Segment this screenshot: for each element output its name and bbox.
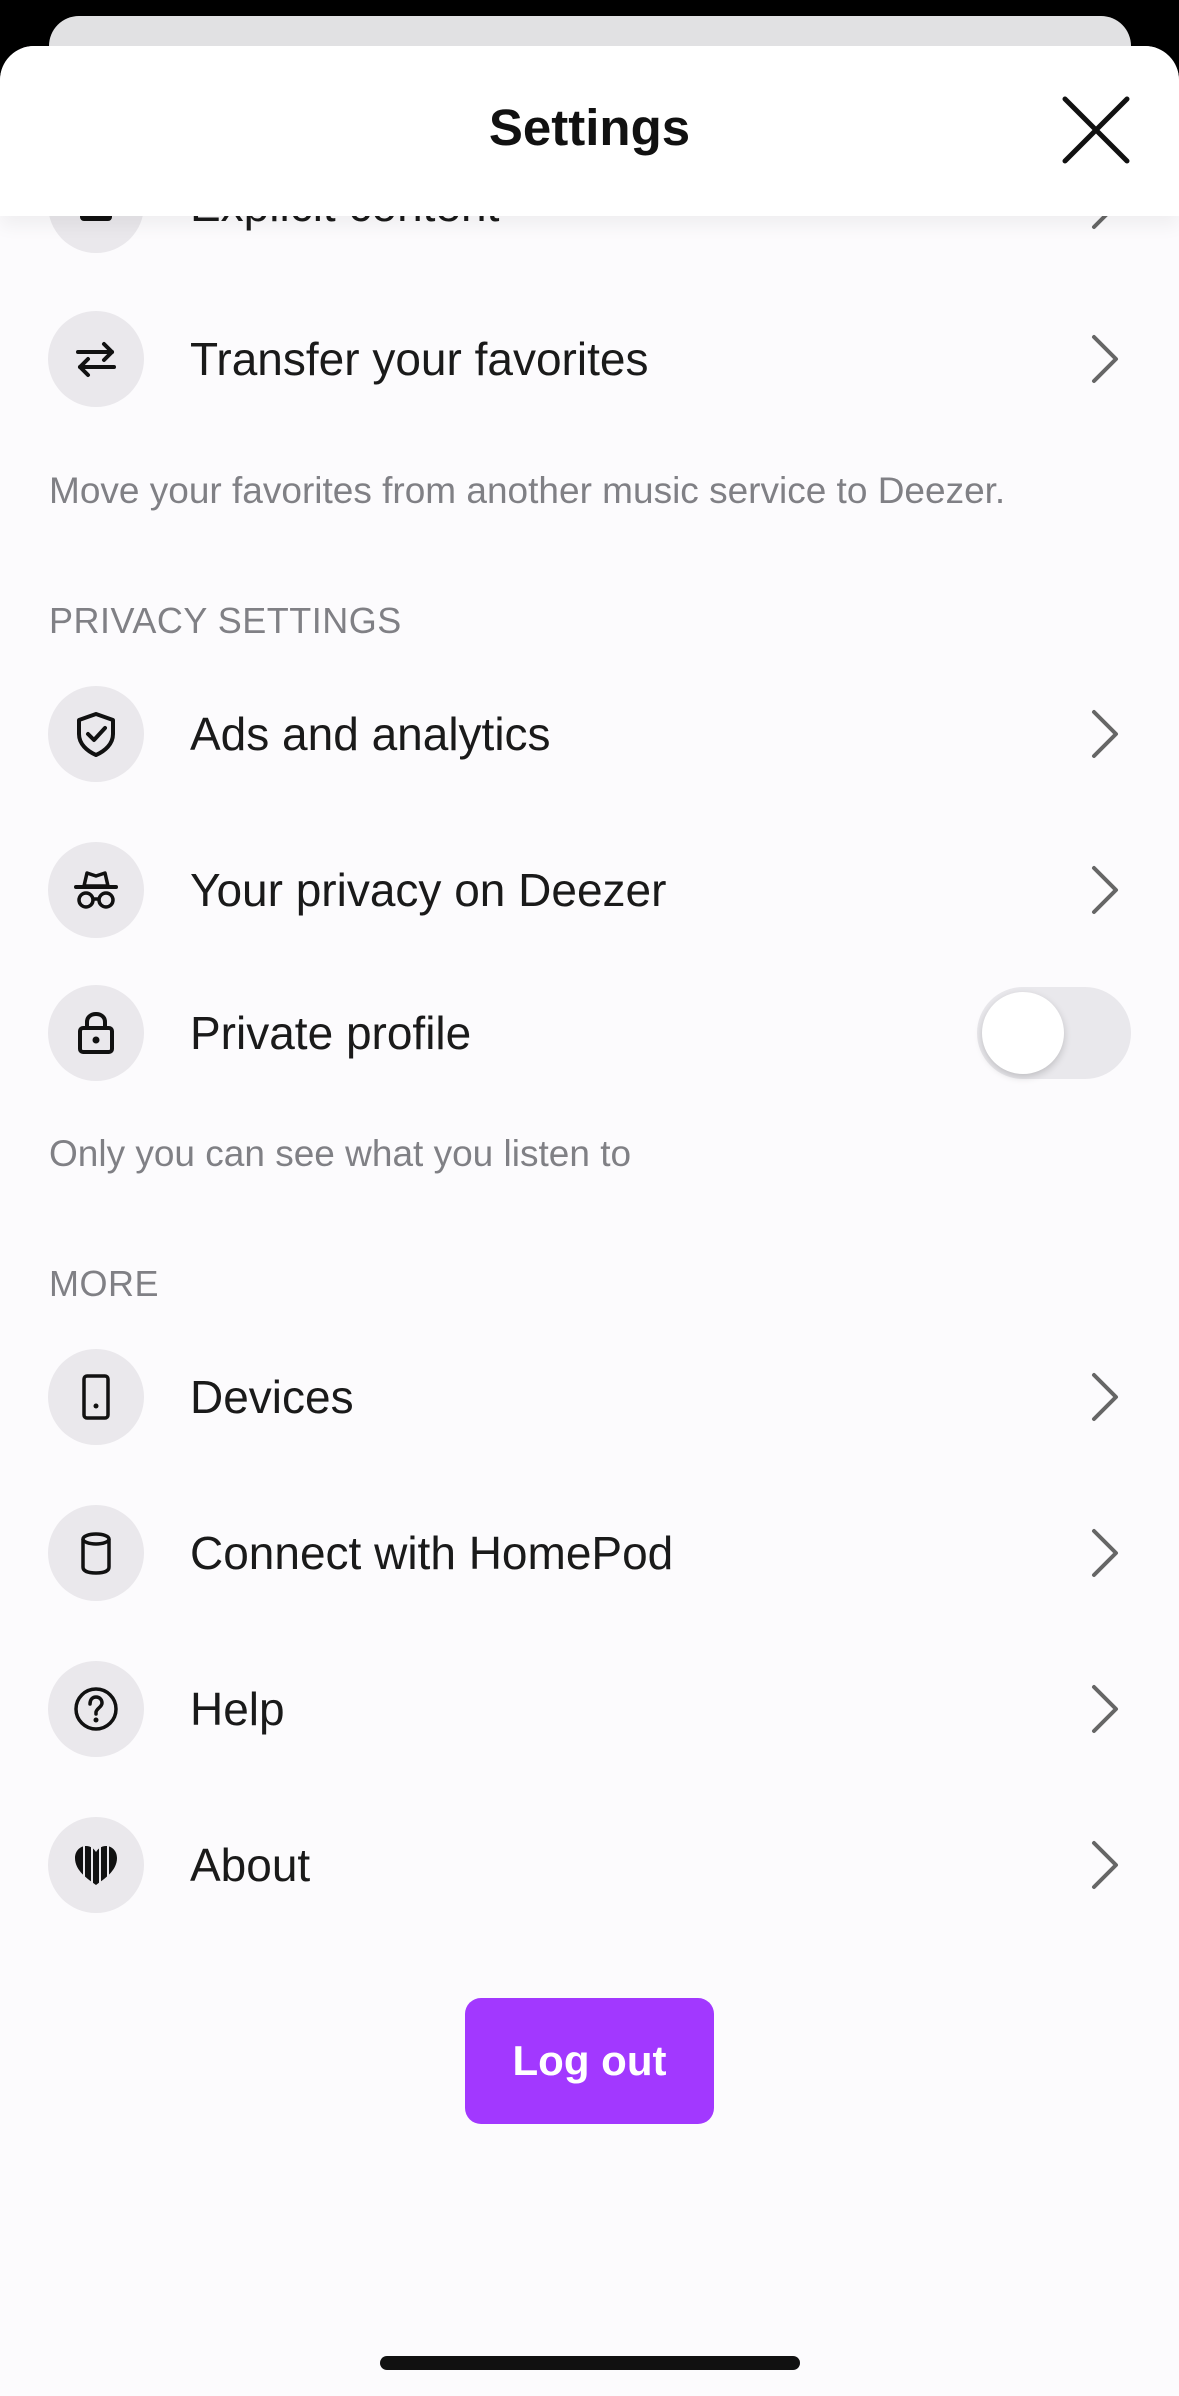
homepod-icon: [48, 1505, 144, 1601]
toggle-knob: [982, 992, 1064, 1074]
row-transfer-favorites[interactable]: Transfer your favorites: [0, 304, 1179, 414]
row-label: Ads and analytics: [190, 708, 551, 760]
row-devices[interactable]: Devices: [0, 1342, 1179, 1452]
row-private-profile: Private profile: [0, 978, 1179, 1088]
row-connect-homepod[interactable]: Connect with HomePod: [0, 1498, 1179, 1608]
row-label: About: [190, 1839, 311, 1891]
chevron-right-icon: [1090, 1683, 1120, 1735]
home-indicator: [380, 2356, 800, 2370]
close-icon: [1062, 96, 1130, 164]
row-label: Private profile: [190, 1007, 472, 1059]
row-label: Devices: [190, 1371, 354, 1423]
settings-list: E Explicit content Transfer your favorit…: [0, 46, 1179, 2396]
row-label: Transfer your favorites: [190, 333, 649, 385]
deezer-heart-icon: [48, 1817, 144, 1913]
sheet-header: Settings: [0, 46, 1179, 216]
question-circle-icon: [48, 1661, 144, 1757]
transfer-caption: Move your favorites from another music s…: [49, 470, 1006, 511]
chevron-right-icon: [1090, 1527, 1120, 1579]
chevron-right-icon: [1090, 1371, 1120, 1423]
logout-button[interactable]: Log out: [465, 1998, 714, 2124]
row-label: Help: [190, 1683, 285, 1735]
phone-icon: [48, 1349, 144, 1445]
section-title-privacy: PRIVACY SETTINGS: [49, 600, 402, 641]
close-button[interactable]: [1056, 90, 1136, 170]
row-label: Your privacy on Deezer: [190, 864, 667, 916]
chevron-right-icon: [1090, 864, 1120, 916]
row-privacy-on-deezer[interactable]: Your privacy on Deezer: [0, 835, 1179, 945]
row-ads-analytics[interactable]: Ads and analytics: [0, 679, 1179, 789]
row-label: Connect with HomePod: [190, 1527, 674, 1579]
lock-icon: [48, 985, 144, 1081]
incognito-icon: [48, 842, 144, 938]
private-profile-caption: Only you can see what you listen to: [49, 1133, 632, 1174]
settings-sheet: E Explicit content Transfer your favorit…: [0, 46, 1179, 2396]
shield-check-icon: [48, 686, 144, 782]
section-title-more: MORE: [49, 1263, 159, 1304]
row-help[interactable]: Help: [0, 1654, 1179, 1764]
transfer-arrows-icon: [48, 311, 144, 407]
chevron-right-icon: [1090, 708, 1120, 760]
page-title: Settings: [488, 99, 691, 156]
private-profile-toggle[interactable]: [977, 987, 1131, 1079]
row-about[interactable]: About: [0, 1810, 1179, 1920]
chevron-right-icon: [1090, 1839, 1120, 1891]
chevron-right-icon: [1090, 333, 1120, 385]
